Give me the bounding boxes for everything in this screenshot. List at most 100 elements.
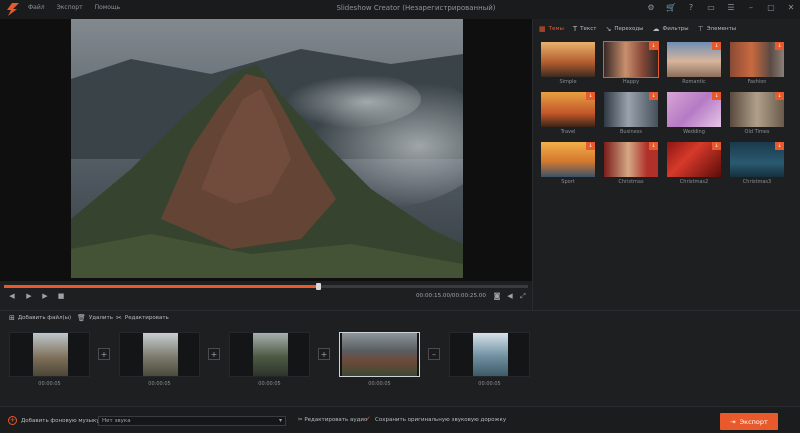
theme-romantic[interactable]: ↓ Romantic (667, 42, 721, 92)
feedback-icon[interactable]: ▭ (706, 3, 716, 12)
theme-fashion[interactable]: ↓ Fashion (730, 42, 784, 92)
export-icon: ⇥ (730, 417, 736, 426)
delete-button[interactable]: 🗑 Удалить (77, 314, 113, 322)
clip-duration: 00:00:05 (478, 381, 501, 387)
tab-transitions[interactable]: ↘ Переходы (605, 25, 643, 33)
minimize-icon[interactable]: – (746, 3, 756, 12)
close-icon[interactable]: ✕ (786, 3, 796, 12)
clip-duration: 00:00:05 (148, 381, 171, 387)
theme-thumbnail: ↓ (604, 92, 658, 127)
timeline-clip[interactable] (119, 332, 200, 377)
theme-travel[interactable]: ↓ Travel (541, 92, 595, 142)
clip-thumbnail (342, 333, 417, 376)
add-files-button[interactable]: ⊞ Добавить файл(ы) (9, 314, 71, 322)
add-music-button[interactable]: + Добавить фоновую музыку (8, 416, 100, 425)
add-transition-button[interactable]: + (98, 348, 110, 360)
theme-label: Happy (622, 79, 640, 85)
help-icon[interactable]: ? (686, 3, 696, 12)
theme-christmas[interactable]: ↓ Christmas (604, 142, 658, 192)
add-file-icon: ⊞ (9, 314, 15, 322)
seek-bar[interactable] (4, 283, 528, 290)
theme-wedding[interactable]: ↓ Wedding (667, 92, 721, 142)
theme-thumbnail: ↓ (667, 142, 721, 177)
download-icon: ↓ (586, 142, 595, 150)
add-circle-icon: + (8, 416, 17, 425)
timeline-clip-selected[interactable] (339, 332, 420, 377)
music-select[interactable]: Нет звука ▾ (98, 416, 286, 426)
theme-label: Simple (559, 79, 577, 85)
subtitle-icon[interactable]: ☰ (726, 3, 736, 12)
clip-thumbnail (473, 333, 508, 376)
tab-text[interactable]: T Текст (573, 25, 597, 33)
chevron-down-icon: ▾ (278, 417, 282, 424)
cart-icon[interactable]: 🛒 (666, 3, 676, 12)
download-icon: ↓ (712, 42, 721, 50)
tab-filters[interactable]: ☁ Фильтры (653, 25, 689, 33)
clip-thumbnail (253, 333, 288, 376)
gear-icon[interactable]: ⚙ (646, 3, 656, 12)
effects-panel: ▦ Темы T Текст ↘ Переходы ☁ Фильтры ⊤ Элемент… (532, 19, 800, 310)
theme-thumbnail: ↓ (604, 142, 658, 177)
theme-label: Sport (561, 179, 575, 185)
download-icon: ↓ (586, 92, 595, 100)
theme-sport[interactable]: ↓ Sport (541, 142, 595, 192)
playback-controls: ◀ ▶ ▶ ■ 00:00:15.00/00:00:25.00 ◙ ◀ ⤢ (0, 290, 532, 304)
elements-icon: ⊤ (697, 25, 704, 33)
download-icon: ↓ (775, 92, 784, 100)
theme-thumbnail (541, 42, 595, 77)
theme-old-times[interactable]: ↓ Old Times (730, 92, 784, 142)
theme-christmas3[interactable]: ↓ Christmas3 (730, 142, 784, 192)
theme-thumbnail: ↓ (603, 41, 659, 78)
export-button[interactable]: ⇥ Экспорт (720, 413, 778, 430)
app-window: Файл Экспорт Помощь Slideshow Creator (Н… (0, 0, 800, 433)
stop-icon[interactable]: ■ (56, 290, 66, 302)
seek-progress (4, 285, 318, 288)
text-icon: T (572, 25, 578, 33)
theme-business[interactable]: ↓ Business (604, 92, 658, 142)
theme-label: Travel (560, 129, 576, 135)
seek-handle[interactable] (316, 283, 321, 290)
theme-happy[interactable]: ↓ Happy (603, 41, 659, 92)
time-readout: 00:00:15.00/00:00:25.00 (416, 293, 486, 299)
clip-thumbnail (143, 333, 178, 376)
transitions-icon: ↘ (605, 25, 612, 33)
download-icon: ↓ (649, 92, 658, 100)
theme-thumbnail: ↓ (730, 42, 784, 77)
theme-label: Old Times (744, 129, 770, 135)
bottom-bar: + Добавить фоновую музыку Нет звука ▾ ✂ … (0, 406, 800, 433)
tab-elements[interactable]: ⊤ Элементы (698, 25, 737, 33)
add-transition-button[interactable]: – (428, 348, 440, 360)
theme-thumbnail: ↓ (541, 92, 595, 127)
volume-icon[interactable]: ◀ (505, 290, 515, 302)
theme-thumbnail: ↓ (667, 92, 721, 127)
theme-simple[interactable]: Simple (541, 42, 595, 92)
theme-grid: Simple ↓ Happy ↓ Romantic ↓ Fashion ↓ Tr… (541, 41, 784, 192)
keep-audio-checkbox[interactable]: ✓ Сохранить оригинальную звуковую дорожк… (365, 416, 506, 423)
play-slow-icon[interactable]: ▶ (24, 290, 34, 302)
edit-button[interactable]: ✂ Редактировать (116, 314, 169, 322)
theme-label: Christmas2 (679, 179, 709, 185)
add-transition-button[interactable]: + (208, 348, 220, 360)
add-transition-button[interactable]: + (318, 348, 330, 360)
clip-duration: 00:00:05 (258, 381, 281, 387)
timeline-clip[interactable] (229, 332, 310, 377)
theme-label: Christmas3 (742, 179, 772, 185)
edit-icon: ✂ (116, 314, 122, 322)
window-controls: ⚙ 🛒 ? ▭ ☰ – ▢ ✕ (646, 3, 796, 12)
fullscreen-icon[interactable]: ⤢ (518, 290, 528, 302)
timeline-toolbar: ⊞ Добавить файл(ы) 🗑 Удалить ✂ Редактироват… (0, 310, 800, 326)
theme-christmas2[interactable]: ↓ Christmas2 (667, 142, 721, 192)
timeline-clip[interactable] (449, 332, 530, 377)
restore-icon[interactable]: ▢ (766, 3, 776, 12)
play-icon[interactable]: ▶ (40, 290, 50, 302)
prev-icon[interactable]: ◀ (7, 290, 17, 302)
theme-label: Christmas (618, 179, 644, 185)
themes-icon: ▦ (539, 25, 546, 33)
download-icon: ↓ (775, 142, 784, 150)
tab-themes[interactable]: ▦ Темы (539, 25, 564, 33)
timeline-clip[interactable] (9, 332, 90, 377)
theme-thumbnail: ↓ (730, 92, 784, 127)
snapshot-icon[interactable]: ◙ (492, 290, 502, 302)
download-icon: ↓ (712, 142, 721, 150)
edit-audio-button[interactable]: ✂ Редактировать аудио (298, 417, 367, 423)
